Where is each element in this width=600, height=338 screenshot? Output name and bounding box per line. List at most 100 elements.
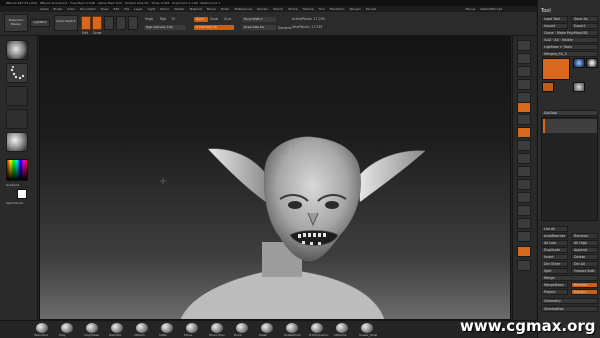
- del-other-button[interactable]: Del Other: [541, 261, 568, 267]
- import-button[interactable]: Import: [541, 23, 568, 29]
- menu-item-alpha[interactable]: Alpha: [40, 7, 49, 11]
- menu-item-render[interactable]: Render: [257, 7, 268, 11]
- rotate-view-icon[interactable]: [517, 192, 531, 203]
- brush-icon-claytubes[interactable]: [86, 323, 98, 333]
- insert-button[interactable]: Insert: [541, 254, 568, 260]
- menu-item-picker[interactable]: Picker: [221, 7, 230, 11]
- brush-icon-hpolish[interactable]: [136, 323, 148, 333]
- rename-button[interactable]: Rename: [571, 233, 598, 239]
- main-color-swatch[interactable]: [17, 189, 27, 199]
- gradient-label[interactable]: Gradient: [6, 183, 19, 187]
- rgb-intensity-slider[interactable]: Rgb Intensity 100: [144, 25, 186, 30]
- brush-icon-inflat[interactable]: [161, 323, 173, 333]
- mrgb-toggle[interactable]: Mrgb: [145, 17, 153, 21]
- save-as-button[interactable]: Save As: [571, 16, 598, 22]
- projection-master-button[interactable]: Projection Master: [4, 14, 28, 32]
- scroll-icon[interactable]: [517, 66, 531, 77]
- zsub-toggle[interactable]: Zsub: [210, 17, 218, 21]
- m-toggle[interactable]: M: [172, 17, 175, 21]
- menu-item-light[interactable]: Light: [148, 7, 156, 11]
- material-selector[interactable]: [6, 132, 28, 152]
- polyf-icon[interactable]: [517, 218, 531, 229]
- brush-icon-snakehook[interactable]: [286, 323, 298, 333]
- quick-sketch-button[interactable]: Quick Sketch: [54, 15, 78, 31]
- menu-item-stroke[interactable]: Stroke: [288, 7, 298, 11]
- texture-selector[interactable]: [6, 109, 28, 129]
- menu-item-tool[interactable]: Tool: [319, 7, 325, 11]
- tool-thumb-polymesh[interactable]: [542, 82, 554, 92]
- z-intensity-slider[interactable]: Z Intensity 25: [194, 25, 234, 30]
- autoreorder-button[interactable]: AutoReorder: [541, 233, 568, 239]
- menu-right-item-1[interactable]: DefaultZScript: [480, 7, 502, 11]
- lightbox-tools-button[interactable]: Lightbox > Tools: [541, 44, 598, 50]
- groups-split-button[interactable]: Groups Split: [571, 268, 598, 274]
- brush-icon-move-topo[interactable]: [211, 323, 223, 333]
- alpha-selector[interactable]: [6, 86, 28, 106]
- duplicate-button[interactable]: Duplicate: [541, 247, 568, 253]
- geometry-section[interactable]: Geometry: [541, 298, 598, 304]
- menu-item-preferences[interactable]: Preferences: [235, 7, 253, 11]
- focal-shift-slider[interactable]: Focal Shift 0: [242, 17, 276, 22]
- menu-item-file[interactable]: File: [124, 7, 129, 11]
- menu-item-movie[interactable]: Movie: [207, 7, 216, 11]
- menu-item-material[interactable]: Material: [190, 7, 202, 11]
- subtool-header[interactable]: SubTool: [541, 110, 598, 116]
- brush-icon-standard[interactable]: [36, 323, 48, 333]
- canvas-viewport[interactable]: [39, 36, 511, 320]
- load-tool-button[interactable]: Load Tool: [541, 16, 568, 22]
- merge-down-button[interactable]: MergeDown: [541, 282, 568, 288]
- brush-icon-damstd[interactable]: [111, 323, 123, 333]
- tool-thumb-sphere[interactable]: [573, 58, 585, 68]
- brush-icon-hpolish2[interactable]: [336, 323, 348, 333]
- dynamic-toggle[interactable]: Dynamic: [278, 26, 292, 30]
- append-button[interactable]: Append: [571, 247, 598, 253]
- menu-item-transform[interactable]: Transform: [330, 7, 345, 11]
- remesh-button[interactable]: Remesh: [571, 282, 598, 288]
- menu-item-zplugin[interactable]: Zplugin: [349, 7, 360, 11]
- project-button[interactable]: Project: [541, 289, 568, 295]
- menu-item-layer[interactable]: Layer: [134, 7, 142, 11]
- menu-right-item-0[interactable]: Menus: [465, 7, 475, 11]
- rgb-toggle[interactable]: Rgb: [160, 17, 166, 21]
- del-all-button[interactable]: Del All: [571, 261, 598, 267]
- menu-item-stencil[interactable]: Stencil: [273, 7, 283, 11]
- rotate-button[interactable]: [128, 16, 138, 30]
- subtool-item-selected[interactable]: [543, 119, 597, 133]
- bpr-icon[interactable]: [517, 40, 531, 51]
- scale-button[interactable]: [116, 16, 126, 30]
- draw-size-slider[interactable]: Draw Size 64: [242, 25, 276, 30]
- menu-item-brush[interactable]: Brush: [54, 7, 63, 11]
- move-button[interactable]: [104, 16, 114, 30]
- brush-icon-snake-hook[interactable]: [361, 323, 373, 333]
- brush-icon-move[interactable]: [186, 323, 198, 333]
- subtool-list[interactable]: [541, 117, 598, 221]
- current-tool-name[interactable]: Merged_SK_3: [541, 51, 598, 57]
- stroke-selector[interactable]: [6, 63, 28, 83]
- all-low-button[interactable]: All Low: [541, 240, 568, 246]
- zcut-toggle[interactable]: Zcut: [224, 17, 231, 21]
- export-button[interactable]: Export: [571, 23, 598, 29]
- all-high-button[interactable]: All High: [571, 240, 598, 246]
- goz-row[interactable]: GoZ · All · Visible: [541, 37, 598, 43]
- persp-icon[interactable]: [517, 102, 531, 113]
- menu-item-draw[interactable]: Draw: [101, 7, 109, 11]
- brush-icon-trimdynamic[interactable]: [311, 323, 323, 333]
- xyz-icon[interactable]: [517, 140, 531, 151]
- tool-thumb-head[interactable]: [573, 82, 585, 92]
- transp-icon[interactable]: [517, 231, 531, 242]
- shadowbox-section[interactable]: ShadowBox: [541, 306, 598, 312]
- zoom3d-icon[interactable]: [517, 179, 531, 190]
- extract-button[interactable]: Extract: [571, 289, 598, 295]
- floor-icon[interactable]: [517, 114, 531, 125]
- linefill-icon[interactable]: [517, 205, 531, 216]
- tool-thumb-star[interactable]: [586, 58, 598, 68]
- color-picker[interactable]: [6, 159, 28, 181]
- menu-item-marker[interactable]: Marker: [174, 7, 184, 11]
- spix-icon[interactable]: [517, 53, 531, 64]
- menu-item-document[interactable]: Document: [80, 7, 96, 11]
- menu-item-macro[interactable]: Macro: [160, 7, 169, 11]
- list-all-button[interactable]: List All: [541, 226, 568, 232]
- merge-section[interactable]: Merge: [541, 275, 598, 281]
- tool-thumb-current[interactable]: [542, 58, 570, 80]
- menu-item-color[interactable]: Color: [67, 7, 75, 11]
